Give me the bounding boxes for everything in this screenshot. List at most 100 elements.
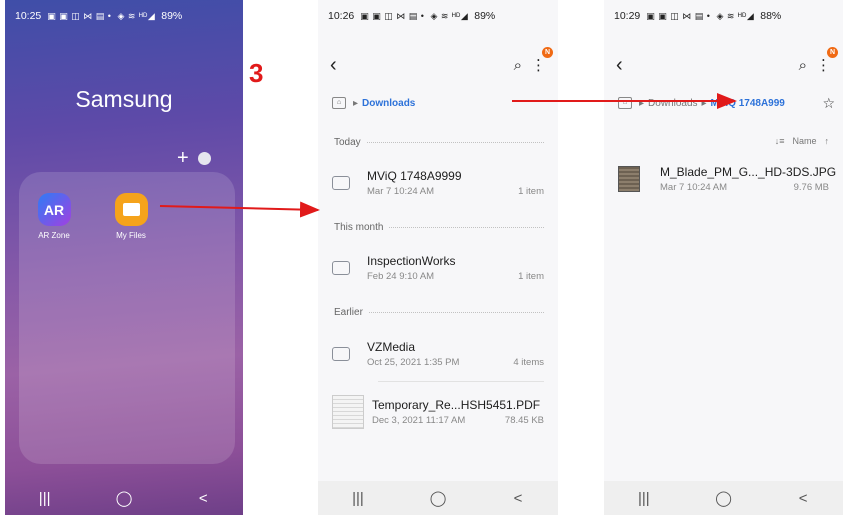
favorite-star-icon[interactable]: ☆ <box>822 95 835 112</box>
folder-actions: + <box>177 148 211 168</box>
item-meta: 4 items <box>513 357 544 368</box>
item-date: Feb 24 9:10 AM <box>367 271 435 282</box>
app-my-files[interactable]: My Files <box>101 193 161 240</box>
list-item[interactable]: VZMedia Oct 25, 2021 1:35 PM 4 items <box>332 333 544 375</box>
folder-contents-screen: 10:29 ▣ ▣ ◫ ⋈ ▤ • ◈ ≋ ᴴᴰ◢ 88% ‹ ⌕ ⋮ N ⌂ … <box>604 0 843 515</box>
search-icon[interactable]: ⌕ <box>799 57 807 74</box>
status-bar: 10:29 ▣ ▣ ◫ ⋈ ▤ • ◈ ≋ ᴴᴰ◢ 88% <box>614 8 835 24</box>
signal-icons: ◈ ≋ ᴴᴰ◢ <box>430 10 469 21</box>
app-bar-actions: ⌕ ⋮ N <box>514 47 553 74</box>
sort-icon: ↓≡ <box>774 136 785 146</box>
notification-icons: ▣ ▣ ◫ ⋈ ▤ • <box>360 10 425 21</box>
app-bar-actions: ⌕ ⋮ N <box>799 47 838 74</box>
my-files-icon <box>114 193 148 226</box>
list-item[interactable]: InspectionWorks Feb 24 9:10 AM 1 item <box>332 247 544 289</box>
status-time: 10:29 <box>614 10 641 22</box>
navigation-bar: ||| ◯ < <box>5 481 243 515</box>
list-item[interactable]: MViQ 1748A9999 Mar 7 10:24 AM 1 item <box>332 162 544 204</box>
downloads-screen: 10:26 ▣ ▣ ◫ ⋈ ▤ • ◈ ≋ ᴴᴰ◢ 89% ‹ ⌕ ⋮ N ⌂ … <box>318 0 558 515</box>
row-divider <box>378 381 544 382</box>
signal-icons: ◈ ≋ ᴴᴰ◢ <box>117 10 156 21</box>
sort-control[interactable]: ↓≡ Name ↑ <box>775 136 829 146</box>
back-arrow-icon[interactable]: ‹ <box>330 54 350 77</box>
breadcrumb-separator: ▸ <box>701 97 707 109</box>
notification-icons: ▣ ▣ ◫ ⋈ ▤ • <box>646 10 711 21</box>
back-button[interactable]: < <box>498 490 538 507</box>
breadcrumb-downloads[interactable]: Downloads <box>648 98 697 109</box>
back-arrow-icon[interactable]: ‹ <box>616 54 636 77</box>
item-name: MViQ 1748A9999 <box>367 169 462 183</box>
pdf-thumbnail-icon <box>332 395 364 429</box>
battery-level: 89% <box>161 10 183 22</box>
notification-icons: ▣ ▣ ◫ ⋈ ▤ • <box>47 10 112 21</box>
sort-direction-icon[interactable]: ↑ <box>825 136 830 146</box>
home-button[interactable]: ◯ <box>703 489 743 507</box>
breadcrumb: ⌂ ▸ Downloads ▸ MViQ 1748A999 ☆ <box>618 95 835 111</box>
item-meta: 1 item <box>518 271 544 282</box>
navigation-bar: ||| ◯ < <box>604 481 843 515</box>
app-bar: ‹ ⌕ ⋮ N <box>616 47 838 77</box>
recents-button[interactable]: ||| <box>338 490 378 507</box>
list-item[interactable]: Temporary_Re...HSH5451.PDF Dec 3, 2021 1… <box>332 391 544 433</box>
section-header-earlier: Earlier <box>334 307 544 318</box>
back-button[interactable]: < <box>183 490 223 507</box>
app-ar-zone[interactable]: AR AR Zone <box>24 193 84 240</box>
more-options-icon[interactable]: ⋮ <box>816 56 831 74</box>
breadcrumb-separator: ▸ <box>639 97 645 109</box>
samsung-folder-panel: AR AR Zone My Files <box>19 172 235 464</box>
folder-icon <box>332 176 350 190</box>
list-item[interactable]: M_Blade_PM_G..._HD-3DS.JPG Mar 7 10:24 A… <box>618 158 837 200</box>
battery-level: 88% <box>760 10 782 22</box>
notification-badge: N <box>827 47 838 58</box>
breadcrumb-downloads[interactable]: Downloads <box>362 98 415 109</box>
recents-button[interactable]: ||| <box>624 490 664 507</box>
search-icon[interactable]: ⌕ <box>514 57 522 74</box>
app-bar: ‹ ⌕ ⋮ N <box>330 47 553 77</box>
folder-icon <box>332 261 350 275</box>
home-icon[interactable]: ⌂ <box>332 97 346 109</box>
home-icon[interactable]: ⌂ <box>618 97 632 109</box>
status-bar: 10:26 ▣ ▣ ◫ ⋈ ▤ • ◈ ≋ ᴴᴰ◢ 89% <box>328 8 550 24</box>
home-button[interactable]: ◯ <box>104 489 144 507</box>
signal-icons: ◈ ≋ ᴴᴰ◢ <box>716 10 755 21</box>
item-date: Dec 3, 2021 11:17 AM <box>372 415 466 426</box>
ar-zone-icon: AR <box>37 193 71 226</box>
item-date: Mar 7 10:24 AM <box>660 182 728 193</box>
folder-title: Samsung <box>75 86 173 112</box>
status-time: 10:25 <box>15 10 42 22</box>
home-button[interactable]: ◯ <box>418 489 458 507</box>
section-label: Today <box>334 137 361 148</box>
breadcrumb-current-folder[interactable]: MViQ 1748A999 <box>711 98 785 109</box>
item-name: InspectionWorks <box>367 254 456 268</box>
app-label-my-files: My Files <box>116 231 146 240</box>
notification-badge: N <box>542 47 553 58</box>
back-button[interactable]: < <box>783 490 823 507</box>
home-screen: 10:25 ▣ ▣ ◫ ⋈ ▤ • ◈ ≋ ᴴᴰ◢ 89% Samsung + … <box>5 0 243 515</box>
breadcrumb: ⌂ ▸ Downloads <box>332 95 550 111</box>
item-meta: 9.76 MB <box>793 182 829 193</box>
folder-icon <box>332 347 350 361</box>
step-number: 3 <box>249 58 264 88</box>
item-meta: 1 item <box>518 186 544 197</box>
recents-button[interactable]: ||| <box>25 490 65 507</box>
page-indicator-dot <box>197 151 211 165</box>
item-date: Mar 7 10:24 AM <box>367 186 435 197</box>
item-meta: 78.45 KB <box>504 415 544 426</box>
image-thumbnail-icon <box>618 166 640 192</box>
add-app-button[interactable]: + <box>177 148 189 168</box>
section-header-this-month: This month <box>334 222 544 233</box>
section-header-today: Today <box>334 137 544 148</box>
sort-label: Name <box>792 136 817 146</box>
breadcrumb-separator: ▸ <box>353 97 359 109</box>
item-name: Temporary_Re...HSH5451.PDF <box>372 398 541 412</box>
item-name: M_Blade_PM_G..._HD-3DS.JPG <box>660 165 837 179</box>
status-time: 10:26 <box>328 10 355 22</box>
navigation-bar: ||| ◯ < <box>318 481 558 515</box>
section-label: This month <box>334 222 384 233</box>
more-options-icon[interactable]: ⋮ <box>531 56 546 74</box>
section-label: Earlier <box>334 307 363 318</box>
battery-level: 89% <box>474 10 496 22</box>
item-date: Oct 25, 2021 1:35 PM <box>367 357 460 368</box>
app-label-ar-zone: AR Zone <box>38 231 70 240</box>
item-name: VZMedia <box>367 340 416 354</box>
